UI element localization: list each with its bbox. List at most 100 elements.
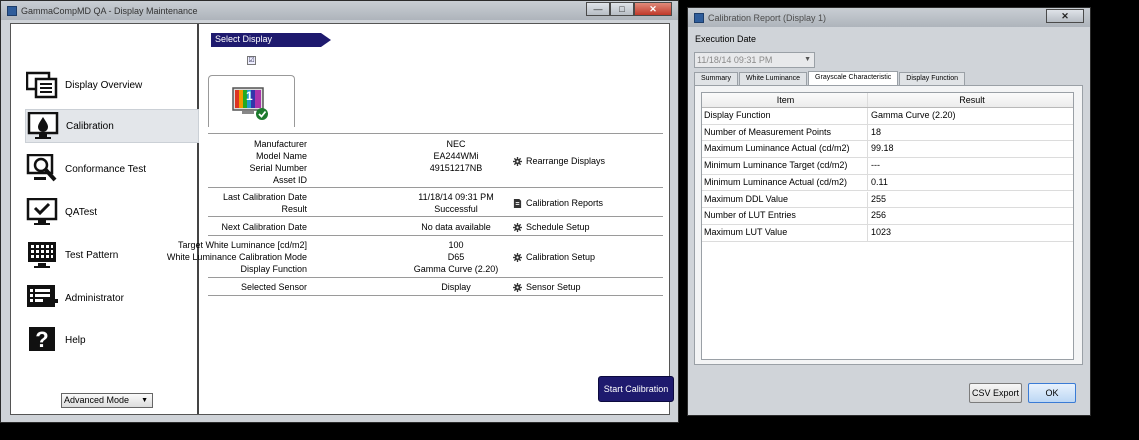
rearrange-displays-link[interactable]: Rearrange Displays <box>513 156 605 166</box>
table-cell-item: Number of Measurement Points <box>702 124 868 141</box>
calibration-reports-link[interactable]: Calibration Reports <box>513 198 603 208</box>
report-titlebar[interactable]: Calibration Report (Display 1) ✕ <box>688 8 1090 27</box>
next-calibration-label: Next Calibration Date <box>221 222 307 232</box>
serial-value: 49151217NB <box>429 163 483 173</box>
question-icon: ? <box>25 325 59 355</box>
separator <box>208 277 663 278</box>
table-row[interactable]: Number of Measurement Points 18 <box>702 124 1073 142</box>
column-header-item[interactable]: Item <box>702 93 868 107</box>
rearrange-displays-label: Rearrange Displays <box>526 156 606 166</box>
table-cell-item: Number of LUT Entries <box>702 208 868 224</box>
report-table: Item Result Display Function Gamma Curve… <box>701 92 1074 360</box>
maximize-button[interactable]: □ <box>610 2 634 16</box>
separator <box>208 187 663 188</box>
sensor-value: Display <box>441 282 471 292</box>
model-value: EA244WMi <box>433 151 479 161</box>
gear-icon <box>513 282 522 292</box>
asset-label: Asset ID <box>272 175 307 185</box>
table-cell-result: 1023 <box>871 226 892 237</box>
calibration-reports-label: Calibration Reports <box>526 198 604 208</box>
calibration-panel: Select Display ☑ 1 Manufacturer NEC Mode… <box>167 24 674 414</box>
close-button[interactable]: ✕ <box>634 2 672 16</box>
table-cell-item: Minimum Luminance Target (cd/m2) <box>702 158 868 174</box>
start-calibration-button[interactable]: Start Calibration <box>598 376 674 402</box>
result-label: Result <box>281 204 307 214</box>
sidebar-item-calibration[interactable]: Calibration <box>25 109 199 143</box>
sidebar-item-label: Help <box>65 334 86 346</box>
table-cell-item: Maximum LUT Value <box>702 224 868 241</box>
csv-export-button[interactable]: CSV Export <box>969 383 1022 403</box>
table-row[interactable]: Minimum Luminance Actual (cd/m2) 0.11 <box>702 174 1073 192</box>
sidebar-item-label: Administrator <box>65 292 124 304</box>
select-display-banner: Select Display <box>211 33 331 47</box>
tab-white-luminance[interactable]: White Luminance <box>738 72 808 85</box>
report-tabs: Summary White Luminance Grayscale Charac… <box>694 71 966 85</box>
table-row[interactable]: Maximum Luminance Actual (cd/m2) 99.18 <box>702 141 1073 159</box>
document-icon <box>513 198 522 208</box>
mode-select-value: Advanced Mode <box>64 395 130 405</box>
main-titlebar[interactable]: GammaCompMD QA - Display Maintenance — □… <box>1 1 678 20</box>
separator <box>208 216 663 217</box>
calibration-setup-label: Calibration Setup <box>526 252 596 262</box>
tab-summary[interactable]: Summary <box>694 72 738 85</box>
table-cell-result: 99.18 <box>871 143 894 154</box>
calibration-icon <box>26 111 60 141</box>
select-display-label: Select Display <box>215 34 273 44</box>
execution-date-value: 11/18/14 09:31 PM <box>697 55 773 65</box>
sensor-setup-label: Sensor Setup <box>526 282 581 292</box>
target-white-label: Target White Luminance [cd/m2] <box>177 240 307 250</box>
admin-list-icon <box>25 283 59 313</box>
table-cell-item: Display Function <box>702 108 868 124</box>
table-row[interactable]: Maximum LUT Value 1023 <box>702 224 1073 242</box>
table-cell-result: 0.11 <box>871 176 888 187</box>
test-pattern-icon <box>25 240 59 270</box>
table-cell-item: Minimum Luminance Actual (cd/m2) <box>702 174 868 191</box>
column-header-result[interactable]: Result <box>868 93 1073 107</box>
schedule-setup-link[interactable]: Schedule Setup <box>513 222 590 232</box>
table-row[interactable]: Display Function Gamma Curve (2.20) <box>702 108 1073 125</box>
execution-date-select[interactable]: 11/18/14 09:31 PM ▼ <box>694 52 815 68</box>
schedule-setup-label: Schedule Setup <box>526 222 590 232</box>
main-window: GammaCompMD QA - Display Maintenance — □… <box>0 0 679 423</box>
sidebar-item-display-overview[interactable]: Display Overview <box>25 68 199 102</box>
checkmark-monitor-icon <box>25 197 59 227</box>
table-row[interactable]: Number of LUT Entries 256 <box>702 208 1073 225</box>
sensor-setup-link[interactable]: Sensor Setup <box>513 282 581 292</box>
table-cell-result: 255 <box>871 193 887 204</box>
gear-icon <box>513 252 522 262</box>
display-checkbox[interactable]: ☑ <box>247 56 256 65</box>
sensor-label: Selected Sensor <box>240 282 307 292</box>
table-cell-item: Maximum Luminance Actual (cd/m2) <box>702 141 868 158</box>
minimize-button[interactable]: — <box>586 2 610 16</box>
app-icon <box>7 5 17 16</box>
display-1-tab[interactable]: 1 <box>208 75 295 127</box>
white-mode-label: White Luminance Calibration Mode <box>166 252 307 262</box>
sidebar-item-label: QATest <box>65 206 98 218</box>
tab-display-function[interactable]: Display Function <box>899 72 966 85</box>
table-row[interactable]: Maximum DDL Value 255 <box>702 191 1073 209</box>
svg-text:?: ? <box>35 327 48 352</box>
close-button[interactable]: ✕ <box>1046 9 1084 23</box>
chevron-down-icon: ▼ <box>804 56 811 63</box>
ok-button[interactable]: OK <box>1028 383 1076 403</box>
sidebar-item-help[interactable]: ? Help <box>25 323 199 357</box>
table-row[interactable]: Minimum Luminance Target (cd/m2) --- <box>702 158 1073 175</box>
table-cell-item: Maximum DDL Value <box>702 191 868 208</box>
chevron-down-icon: ▼ <box>141 397 148 404</box>
gear-icon <box>513 222 522 232</box>
result-value: Successful <box>434 204 478 214</box>
manufacturer-label: Manufacturer <box>253 139 307 149</box>
magnifier-monitor-icon <box>25 154 59 184</box>
last-calibration-label: Last Calibration Date <box>222 192 307 202</box>
serial-label: Serial Number <box>249 163 307 173</box>
tab-grayscale-characteristic[interactable]: Grayscale Characteristic <box>808 71 899 85</box>
main-window-title: GammaCompMD QA - Display Maintenance <box>21 5 198 16</box>
gear-icon <box>513 156 522 166</box>
execution-date-label: Execution Date <box>695 34 757 44</box>
app-icon <box>694 12 704 23</box>
display-function-label: Display Function <box>240 264 307 274</box>
calibration-setup-link[interactable]: Calibration Setup <box>513 252 595 262</box>
table-cell-result: --- <box>871 160 880 171</box>
sidebar: Display Overview Calibration Conformance… <box>11 24 199 414</box>
mode-select[interactable]: Advanced Mode ▼ <box>61 393 153 408</box>
